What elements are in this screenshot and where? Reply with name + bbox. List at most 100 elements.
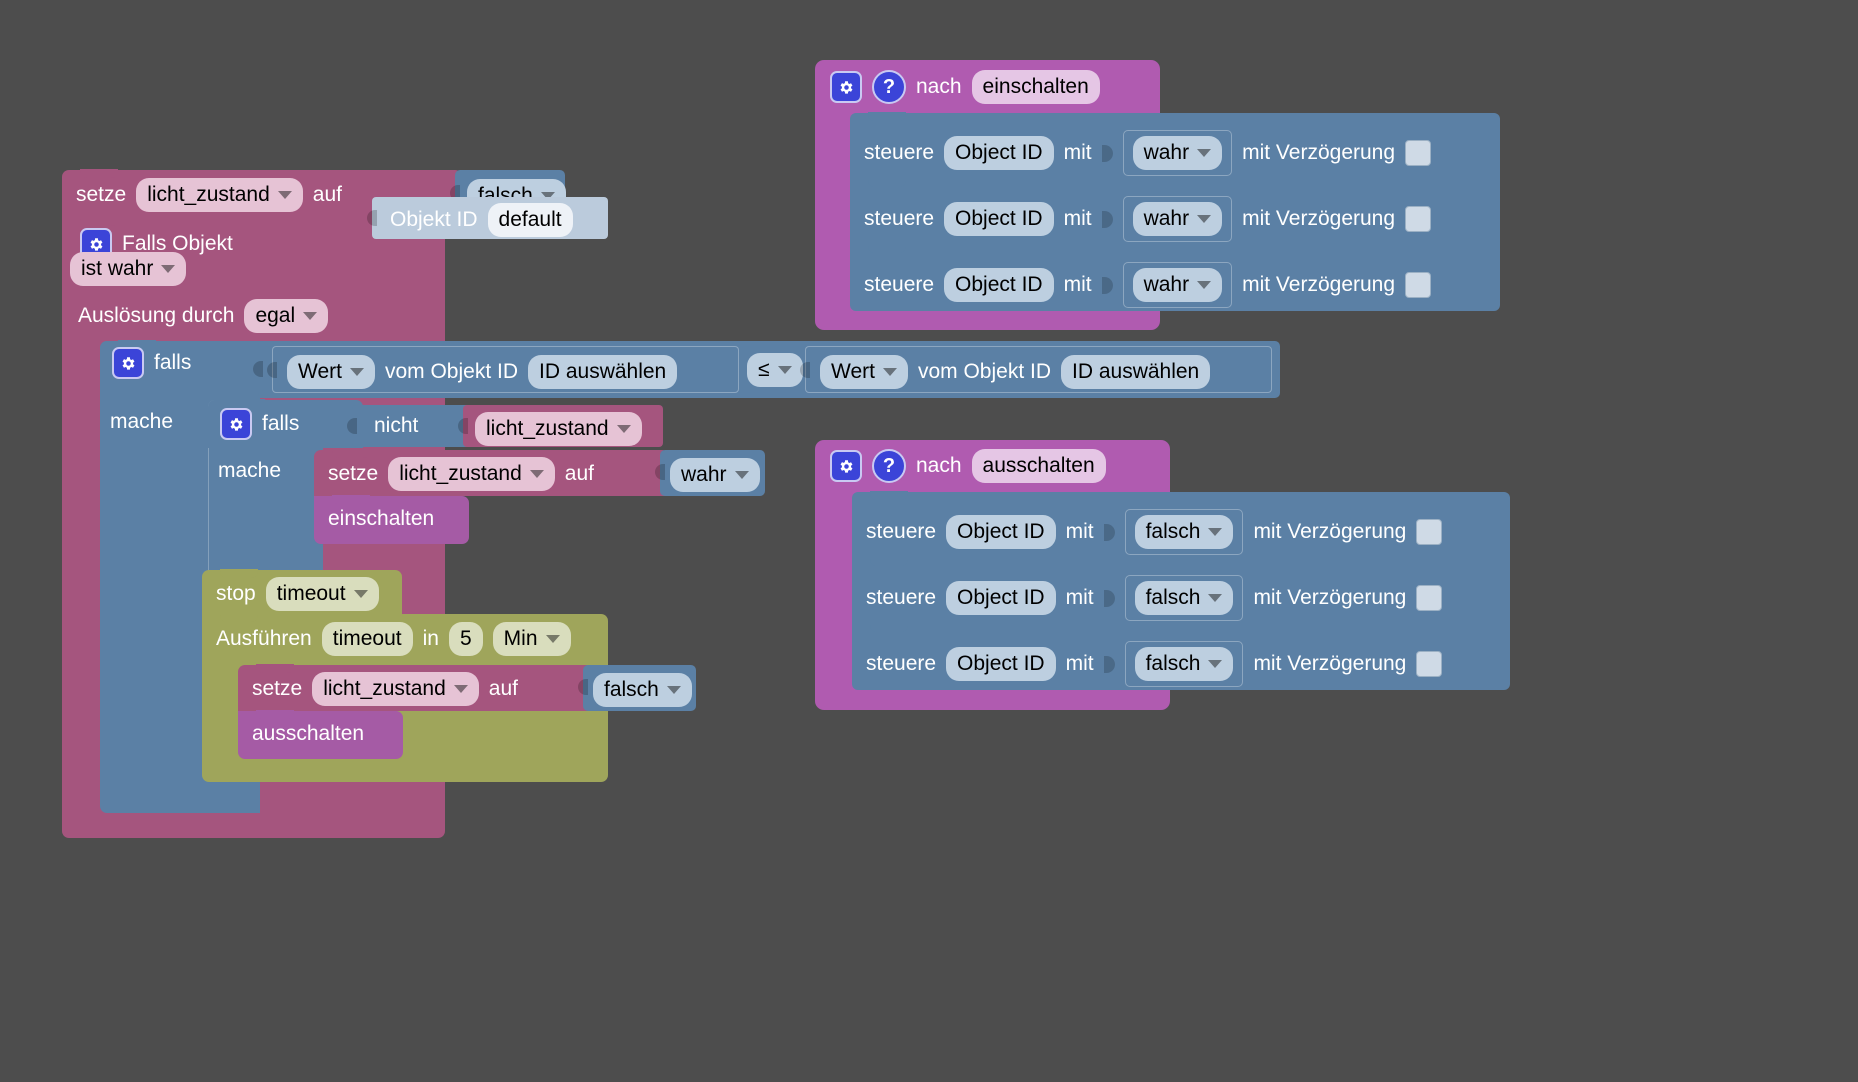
object-id-picker[interactable]: Object ID <box>944 202 1054 236</box>
control-keyword: steuere <box>866 652 937 675</box>
function-name-field[interactable]: einschalten <box>971 70 1100 104</box>
help-icon[interactable]: ? <box>872 449 906 483</box>
block-control-row[interactable]: steuere Object ID mit falsch mit Verzöge… <box>852 623 1510 690</box>
function-def-header-ausschalten: ? nach ausschalten <box>830 449 1170 489</box>
chevron-down-icon <box>161 265 176 273</box>
block-set-variable-inner[interactable]: setze licht_zustand auf <box>314 449 669 496</box>
control-keyword: steuere <box>864 273 935 296</box>
variable-dropdown-licht-zustand[interactable]: licht_zustand <box>388 457 555 491</box>
comparison-operator-dropdown[interactable]: ≤ <box>747 353 803 387</box>
run-keyword-label: Ausführen <box>216 627 312 650</box>
object-id-value: Object ID <box>955 141 1043 164</box>
chevron-down-icon <box>277 191 292 199</box>
object-id-picker[interactable]: Object ID <box>944 136 1054 170</box>
value-attr-dropdown-right[interactable]: Wert <box>820 355 908 389</box>
block-get-value-left[interactable]: Wert vom Objekt ID ID auswählen <box>267 346 739 393</box>
control-value-wrap[interactable]: falsch <box>1124 641 1244 687</box>
value-attr-dropdown-left[interactable]: Wert <box>287 355 375 389</box>
trigger-source-value: egal <box>255 304 296 327</box>
chevron-down-icon <box>353 590 368 598</box>
object-id-picker[interactable]: Object ID <box>944 268 1054 302</box>
boolean-dropdown[interactable]: wahr <box>1132 202 1223 236</box>
variable-dropdown-licht-zustand[interactable]: licht_zustand <box>312 672 479 706</box>
timeout-name-dropdown[interactable]: timeout <box>321 622 413 656</box>
control-value-wrap[interactable]: wahr <box>1122 196 1233 242</box>
delay-number-field[interactable]: 5 <box>448 622 483 656</box>
block-stop-timeout[interactable]: stop timeout <box>202 569 402 614</box>
chevron-down-icon <box>616 425 631 433</box>
boolean-dropdown[interactable]: wahr <box>670 458 760 492</box>
delay-label: mit Verzögerung <box>1253 652 1407 675</box>
control-keyword: steuere <box>866 520 937 543</box>
object-id-picker-left[interactable]: ID auswählen <box>528 355 678 389</box>
condition-dropdown-ist-wahr[interactable]: ist wahr <box>70 252 187 286</box>
control-keyword: steuere <box>864 207 935 230</box>
boolean-value: falsch <box>1145 520 1201 543</box>
delay-checkbox[interactable] <box>1416 519 1443 545</box>
object-id-picker[interactable]: Object ID <box>946 581 1056 615</box>
object-id-value: Object ID <box>957 520 1045 543</box>
timeout-name: timeout <box>332 627 402 650</box>
block-control-row[interactable]: steuere Object ID mit wahr mit Verzögeru… <box>850 112 1500 179</box>
block-boolean-falsch-timeout[interactable]: falsch <box>578 665 696 711</box>
if-outer-do-label: mache <box>110 410 174 433</box>
control-value-wrap[interactable]: falsch <box>1124 575 1244 621</box>
variable-dropdown[interactable]: licht_zustand <box>475 412 642 446</box>
gear-icon[interactable] <box>112 347 144 379</box>
boolean-value: falsch <box>1145 586 1201 609</box>
block-control-row[interactable]: steuere Object ID mit falsch mit Verzöge… <box>852 557 1510 624</box>
object-id-picker-right[interactable]: ID auswählen <box>1061 355 1211 389</box>
block-call-ausschalten[interactable]: ausschalten <box>238 710 403 759</box>
delay-checkbox[interactable] <box>1416 651 1443 677</box>
control-value-wrap[interactable]: falsch <box>1124 509 1244 555</box>
block-control-row[interactable]: steuere Object ID mit falsch mit Verzöge… <box>852 491 1510 558</box>
chevron-down-icon <box>1197 281 1212 289</box>
object-id-picker[interactable]: Object ID <box>946 647 1056 681</box>
delay-checkbox[interactable] <box>1405 206 1432 232</box>
chevron-down-icon <box>545 635 560 643</box>
delay-unit-dropdown[interactable]: Min <box>492 622 571 656</box>
object-id-value: Object ID <box>957 586 1045 609</box>
control-keyword: steuere <box>864 141 935 164</box>
boolean-dropdown[interactable]: falsch <box>593 673 692 707</box>
gear-icon[interactable] <box>830 450 862 482</box>
block-control-row[interactable]: steuere Object ID mit wahr mit Verzögeru… <box>850 178 1500 245</box>
block-set-variable-timeout[interactable]: setze licht_zustand auf <box>238 664 593 711</box>
delay-label: mit Verzögerung <box>1253 520 1407 543</box>
block-get-value-right[interactable]: Wert vom Objekt ID ID auswählen <box>800 346 1272 393</box>
chevron-down-icon <box>349 368 364 376</box>
control-mit-label: mit <box>1063 273 1092 296</box>
boolean-dropdown[interactable]: falsch <box>1134 581 1234 615</box>
boolean-dropdown[interactable]: falsch <box>1134 515 1234 549</box>
object-id-value-field[interactable]: default <box>487 203 573 237</box>
delay-checkbox[interactable] <box>1405 272 1432 298</box>
block-variable-get-licht-zustand[interactable]: licht_zustand <box>458 405 663 447</box>
block-boolean-wahr-inner[interactable]: wahr <box>655 450 765 496</box>
help-icon[interactable]: ? <box>872 70 906 104</box>
chevron-down-icon <box>777 366 792 374</box>
delay-checkbox[interactable] <box>1405 140 1432 166</box>
control-value-wrap[interactable]: wahr <box>1122 262 1233 308</box>
variable-dropdown-licht-zustand[interactable]: licht_zustand <box>136 178 303 212</box>
block-object-id-default[interactable]: Objekt ID default <box>367 197 608 239</box>
gear-icon[interactable] <box>220 408 252 440</box>
chevron-down-icon <box>734 471 749 479</box>
timeout-name-dropdown[interactable]: timeout <box>265 577 379 611</box>
variable-name: licht_zustand <box>486 417 609 440</box>
set-keyword-label: setze <box>76 183 127 206</box>
boolean-dropdown[interactable]: falsch <box>1134 647 1234 681</box>
trigger-source-dropdown[interactable]: egal <box>244 299 329 333</box>
block-control-row[interactable]: steuere Object ID mit wahr mit Verzögeru… <box>850 244 1500 311</box>
logic-not-label: nicht <box>374 414 419 437</box>
delay-label: mit Verzögerung <box>1242 273 1396 296</box>
block-call-einschalten[interactable]: einschalten <box>314 495 469 544</box>
delay-checkbox[interactable] <box>1416 585 1443 611</box>
blockly-workspace[interactable]: setze licht_zustand auf falsch Falls Obj… <box>0 0 1858 1082</box>
object-id-picker[interactable]: Object ID <box>946 515 1056 549</box>
gear-icon[interactable] <box>830 71 862 103</box>
control-value-wrap[interactable]: wahr <box>1122 130 1233 176</box>
function-name-field[interactable]: ausschalten <box>971 449 1106 483</box>
run-timeout-header-row: Ausführen timeout in 5 Min <box>216 622 616 662</box>
boolean-dropdown[interactable]: wahr <box>1132 136 1223 170</box>
boolean-dropdown[interactable]: wahr <box>1132 268 1223 302</box>
